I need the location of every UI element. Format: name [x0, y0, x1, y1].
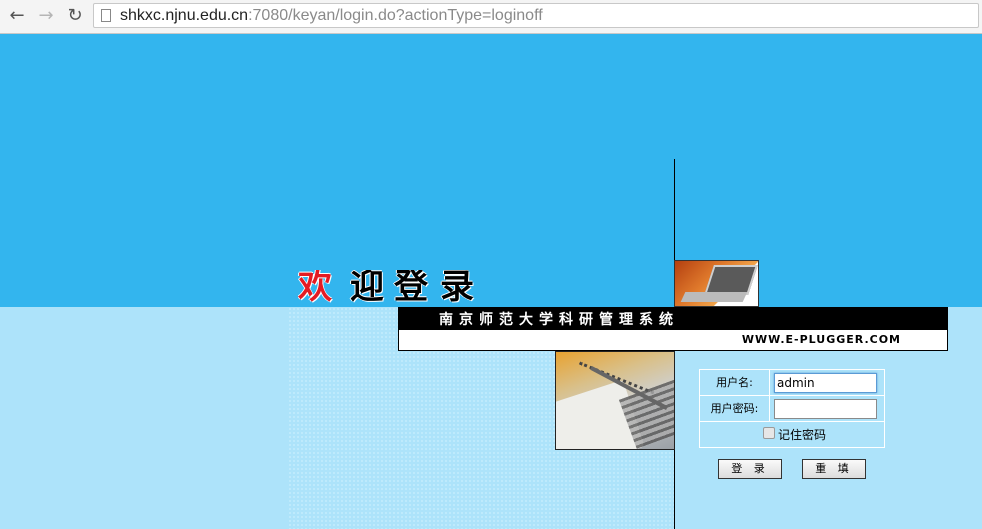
header-band — [0, 34, 982, 307]
notebook-image — [555, 351, 675, 450]
remember-row: 记住密码 — [700, 422, 884, 448]
password-row: 用户密码: — [700, 396, 884, 422]
back-arrow-icon[interactable]: ← — [6, 5, 28, 27]
username-label: 用户名: — [700, 370, 770, 395]
welcome-char: 登 — [394, 270, 428, 307]
welcome-char: 欢 — [298, 270, 332, 307]
forward-arrow-icon[interactable]: → — [35, 5, 57, 27]
banner-strip: WWW.E-PLUGGER.COM — [399, 330, 947, 350]
password-input[interactable] — [774, 399, 877, 419]
remember-password-label: 记住密码 — [778, 428, 827, 442]
browser-toolbar: ← → ↻ shkxc.njnu.edu.cn:7080/keyan/login… — [0, 0, 982, 34]
reset-button[interactable]: 重 填 — [802, 459, 866, 479]
login-button[interactable]: 登 录 — [718, 459, 782, 479]
welcome-char: 录 — [440, 270, 474, 307]
url-host: shkxc.njnu.edu.cn — [120, 7, 249, 24]
login-form: 用户名: admin 用户密码: 记住密码 — [699, 369, 885, 448]
laptop-keyboard — [680, 292, 748, 302]
vendor-url: WWW.E-PLUGGER.COM — [741, 333, 901, 346]
reload-icon[interactable]: ↻ — [64, 5, 86, 27]
welcome-char: 迎 — [350, 270, 384, 307]
system-title: 南京师范大学科研管理系统 — [439, 312, 679, 328]
url-path: :7080/keyan/login.do?actionType=loginoff — [248, 7, 543, 24]
password-label: 用户密码: — [700, 396, 770, 421]
system-banner: 南京师范大学科研管理系统 WWW.E-PLUGGER.COM — [398, 307, 948, 351]
username-row: 用户名: admin — [700, 370, 884, 396]
laptop-image — [674, 260, 759, 307]
username-input[interactable]: admin — [774, 373, 877, 393]
page-icon — [101, 9, 111, 22]
url-text: shkxc.njnu.edu.cn:7080/keyan/login.do?ac… — [120, 5, 543, 27]
address-bar[interactable]: shkxc.njnu.edu.cn:7080/keyan/login.do?ac… — [93, 3, 979, 28]
remember-password-checkbox[interactable] — [763, 427, 775, 439]
welcome-text: 欢 迎 登 录 — [298, 270, 478, 307]
laptop-screen — [704, 265, 758, 295]
